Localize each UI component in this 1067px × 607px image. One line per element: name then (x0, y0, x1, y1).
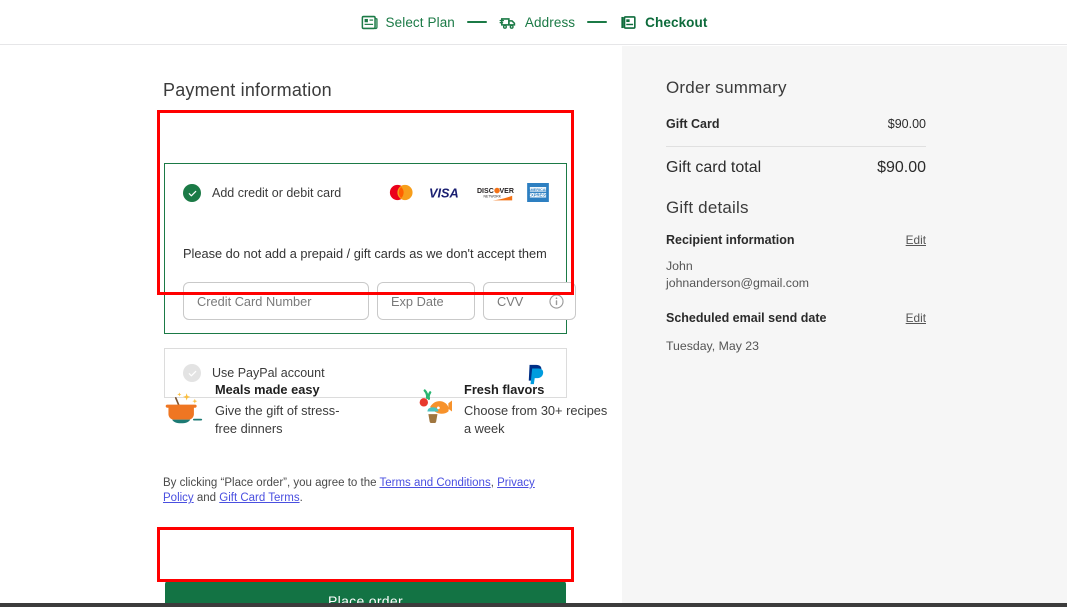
check-icon (188, 190, 196, 196)
perk-title: Fresh flavors (464, 382, 545, 397)
exp-date-placeholder: Exp Date (391, 293, 444, 309)
card-fields-group: Credit Card Number Exp Date CVV (183, 282, 576, 320)
svg-text:AMERICAN: AMERICAN (528, 188, 549, 192)
checkout-content: Payment information Add credit or debit … (0, 46, 1067, 607)
discover-logo: DISC VER NETWORK (476, 184, 514, 207)
amex-logo: AMERICAN EXPRESS (527, 183, 549, 207)
paypal-option-label: Use PayPal account (212, 366, 325, 380)
plan-card-icon (360, 13, 379, 32)
recipient-information-section: Recipient information Edit John johnande… (666, 233, 926, 292)
terms-suffix: . (299, 492, 303, 504)
line-item-value: $90.00 (887, 117, 926, 131)
order-summary-title: Order summary (666, 78, 787, 97)
cvv-placeholder: CVV (497, 293, 524, 309)
schedule-heading: Scheduled email send date (666, 311, 827, 325)
accepted-card-brands: VISA DISC VER NETWORK AMERICAN EXPRESS (386, 183, 549, 207)
checkout-stepper: Select Plan Address Checkout (0, 0, 1067, 45)
mastercard-logo (386, 183, 416, 207)
svg-text:VISA: VISA (429, 186, 459, 200)
total-label: Gift card total (666, 159, 762, 176)
info-circle-icon[interactable] (548, 293, 565, 310)
line-item-label: Gift Card (666, 117, 720, 131)
step-connector (587, 21, 608, 23)
edit-recipient-link[interactable]: Edit (906, 233, 926, 247)
credit-card-icon (619, 13, 638, 32)
summary-divider (666, 146, 926, 147)
step-checkout[interactable]: Checkout (619, 13, 707, 32)
total-value: $90.00 (877, 159, 926, 176)
credit-card-number-input[interactable]: Credit Card Number (183, 282, 369, 320)
perk-item: Meals made easy Give the gift of stress-… (163, 382, 360, 438)
perk-item: Fresh flavors Choose from 30+ recipes a … (412, 382, 609, 438)
step-label: Checkout (645, 14, 708, 30)
cooking-pot-icon (163, 385, 203, 427)
visa-logo: VISA (429, 185, 463, 205)
svg-text:VER: VER (500, 188, 514, 195)
page-title: Payment information (163, 80, 332, 100)
recipient-heading: Recipient information (666, 233, 795, 247)
cvv-input[interactable]: CVV (483, 282, 576, 320)
perk-description: Give the gift of stress-free dinners (215, 403, 340, 436)
order-total-row: Gift card total $90.00 (666, 159, 926, 177)
perk-description: Choose from 30+ recipes a week (464, 403, 608, 436)
checkout-page: Select Plan Address Checkout Payment inf… (0, 0, 1067, 607)
svg-text:NETWORK: NETWORK (484, 194, 502, 198)
scheduled-send-date-section: Scheduled email send date Edit Tuesday, … (666, 311, 926, 355)
gift-details-title: Gift details (666, 198, 749, 217)
paypal-radio-unselected[interactable] (183, 364, 201, 382)
step-label: Select Plan (385, 14, 455, 30)
credit-card-radio-selected[interactable] (183, 184, 201, 202)
recipient-email: johnanderson@gmail.com (666, 276, 810, 290)
gift-card-terms-link[interactable]: Gift Card Terms (219, 492, 299, 504)
perk-title: Meals made easy (215, 382, 320, 397)
terms-separator: and (193, 492, 220, 504)
order-summary-header: Order summary (666, 78, 926, 98)
terms-agreement-text: By clicking “Place order”, you agree to … (163, 476, 563, 506)
check-icon (188, 370, 196, 376)
svg-text:EXPRESS: EXPRESS (528, 193, 548, 198)
order-line-item: Gift Card $90.00 (666, 117, 926, 131)
delivery-truck-icon (499, 13, 518, 32)
payment-column: Payment information Add credit or debit … (0, 46, 622, 607)
credit-card-option-label: Add credit or debit card (212, 186, 342, 200)
fresh-food-icon (412, 385, 452, 427)
terms-and-conditions-link[interactable]: Terms and Conditions (379, 477, 490, 489)
page-bottom-bar (0, 603, 1067, 607)
recipient-name: John (666, 259, 693, 273)
exp-date-input[interactable]: Exp Date (377, 282, 475, 320)
step-connector (466, 21, 487, 23)
order-summary-sidebar: Order summary Gift Card $90.00 Gift card… (622, 46, 1067, 603)
credit-card-payment-panel[interactable]: Add credit or debit card VISA DISC VER N… (164, 163, 576, 334)
credit-card-number-placeholder: Credit Card Number (197, 293, 312, 309)
perks-list: Meals made easy Give the gift of stress-… (163, 382, 609, 438)
step-select-plan[interactable]: Select Plan (360, 13, 455, 32)
step-label: Address (524, 14, 576, 30)
terms-prefix: By clicking “Place order”, you agree to … (163, 477, 380, 489)
step-address[interactable]: Address (499, 13, 575, 32)
schedule-date: Tuesday, May 23 (666, 339, 759, 353)
edit-schedule-link[interactable]: Edit (906, 311, 926, 325)
prepaid-card-notice: Please do not add a prepaid / gift cards… (183, 246, 547, 261)
gift-details-header: Gift details (666, 198, 926, 218)
